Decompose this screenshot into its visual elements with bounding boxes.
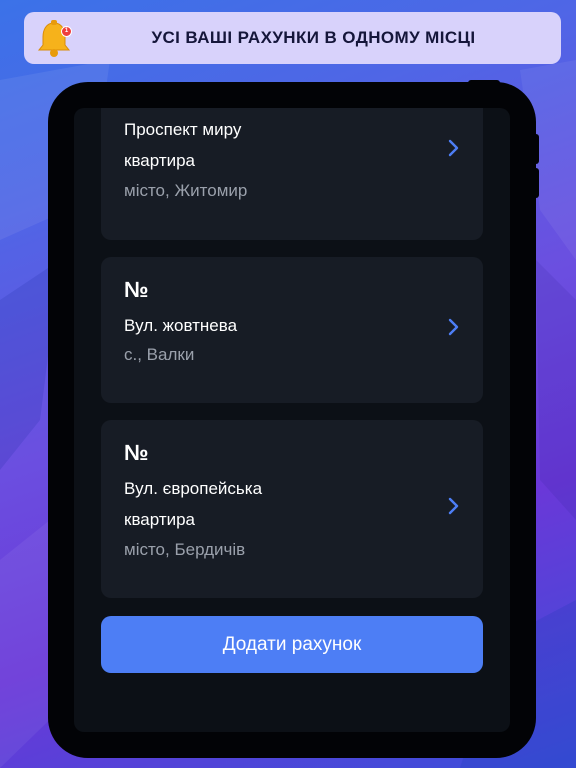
notification-badge: 1 (61, 26, 72, 37)
chevron-right-icon (448, 139, 459, 157)
account-street: Вул. жовтнева (124, 316, 238, 335)
account-card[interactable]: № Вул. європейська квартира місто, Берди… (101, 420, 483, 598)
tablet-side-button (533, 134, 539, 164)
account-city: місто, Бердичів (124, 540, 246, 559)
tablet-frame: Проспект миру квартира місто, Житомир № … (48, 80, 539, 758)
chevron-right-icon (448, 497, 459, 515)
bell-icon: 1 (34, 18, 74, 60)
account-number: № (124, 277, 149, 302)
add-account-button[interactable]: Додати рахунок (101, 616, 483, 673)
account-card[interactable]: № Вул. жовтнева с., Валки (101, 257, 483, 403)
tablet-side-button (533, 168, 539, 198)
banner-title: УСІ ВАШІ РАХУНКИ В ОДНОМУ МІСЦІ (151, 28, 476, 47)
account-city: с., Валки (124, 345, 195, 364)
account-unit: квартира (124, 510, 196, 529)
promo-banner: 1 УСІ ВАШІ РАХУНКИ В ОДНОМУ МІСЦІ (24, 12, 561, 64)
account-number: № (124, 440, 149, 465)
account-unit: квартира (124, 151, 196, 170)
tablet-top-button (468, 80, 500, 86)
account-card[interactable]: Проспект миру квартира місто, Житомир (101, 108, 483, 240)
account-city: місто, Житомир (124, 181, 248, 200)
account-street: Проспект миру (124, 120, 242, 139)
app-screen: Проспект миру квартира місто, Житомир № … (74, 108, 510, 732)
chevron-right-icon (448, 318, 459, 336)
account-street: Вул. європейська (124, 479, 263, 498)
